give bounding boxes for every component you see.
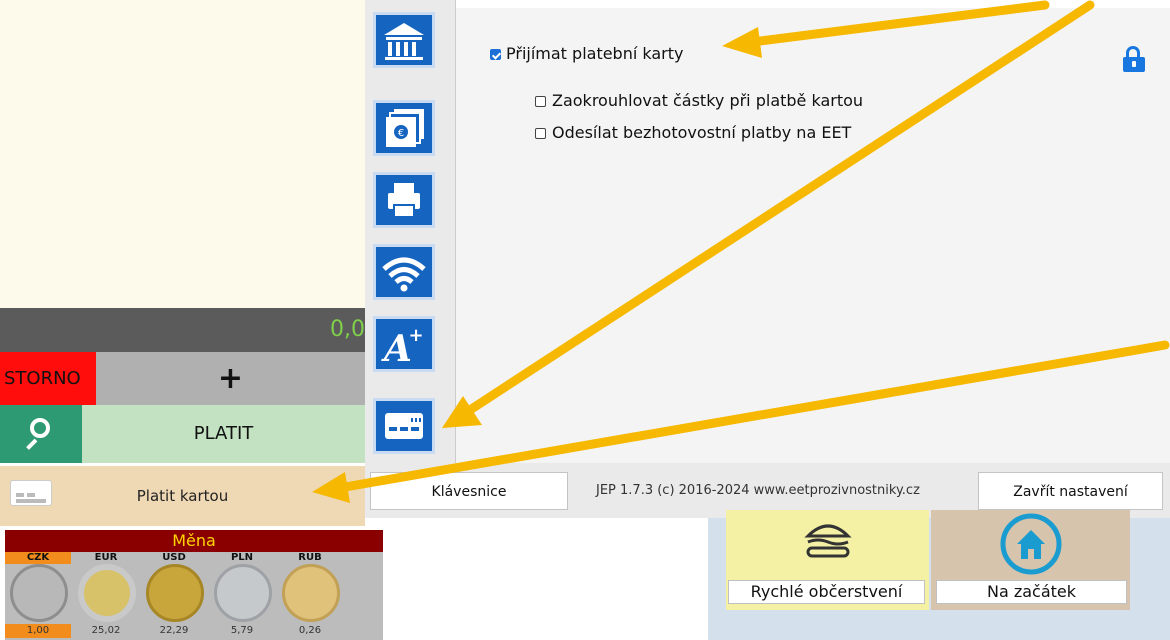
- bank-icon: [384, 23, 424, 60]
- printer-icon: [388, 183, 420, 218]
- search-button[interactable]: [0, 405, 82, 463]
- accept-cards-checkbox[interactable]: [490, 49, 501, 60]
- round-amounts-label: Zaokrouhlovat částky při platbě kartou: [552, 91, 864, 110]
- settings-tab-cash[interactable]: €: [373, 100, 435, 156]
- cash-icon: €: [386, 109, 424, 147]
- settings-sidebar: [365, 0, 456, 463]
- keyboard-button[interactable]: Klávesnice: [370, 472, 568, 510]
- category-home-label: Na začátek: [936, 580, 1127, 604]
- category-fast-food-label: Rychlé občerstvení: [728, 580, 925, 604]
- currency-code: PLN: [230, 552, 254, 563]
- coin-usd-icon: [146, 564, 204, 622]
- coin-pln-icon: [214, 564, 272, 622]
- burger-icon: [804, 524, 852, 558]
- storno-button[interactable]: STORNO: [0, 352, 96, 405]
- total-amount: 0,0: [330, 317, 365, 342]
- receipt-area: [0, 0, 365, 308]
- settings-tab-font-size[interactable]: A +: [373, 316, 435, 372]
- font-size-icon: A +: [381, 325, 424, 370]
- pay-by-card-button[interactable]: Platit kartou: [0, 466, 365, 526]
- settings-tab-bank[interactable]: [373, 12, 435, 68]
- payment-card-icon: [10, 480, 52, 506]
- wifi-icon: [382, 257, 426, 292]
- currency-czk[interactable]: CZK 1,00: [5, 552, 71, 640]
- currency-rub[interactable]: RUB 0,26: [277, 552, 343, 640]
- currency-code: EUR: [94, 552, 118, 563]
- currency-usd[interactable]: USD 22,29: [141, 552, 207, 640]
- settings-tab-network[interactable]: [373, 244, 435, 300]
- pay-button[interactable]: PLATIT: [82, 405, 365, 463]
- close-settings-button[interactable]: Zavřít nastavení: [978, 472, 1163, 510]
- home-icon: [1000, 513, 1062, 575]
- round-amounts-checkbox[interactable]: [535, 96, 546, 107]
- currency-rate: 1,00: [5, 624, 71, 638]
- svg-text:€: €: [398, 128, 404, 139]
- coin-rub-icon: [282, 564, 340, 622]
- currency-code: CZK: [5, 552, 71, 564]
- accept-cards-label: Přijímat platební karty: [506, 44, 684, 63]
- currency-code: RUB: [298, 552, 322, 563]
- svg-text:+: +: [408, 325, 423, 346]
- currency-eur[interactable]: EUR 25,02: [73, 552, 139, 640]
- total-bar: 0,0: [0, 308, 365, 352]
- send-eet-label: Odesílat bezhotovostní platby na EET: [552, 123, 852, 142]
- currency-header: Měna: [5, 530, 383, 552]
- settings-panel: [456, 8, 1170, 463]
- coin-eur-icon: [78, 564, 136, 622]
- currency-rate: 0,26: [298, 625, 322, 636]
- currency-rate: 22,29: [159, 625, 189, 636]
- currency-rate: 5,79: [230, 625, 254, 636]
- lock-icon[interactable]: [1123, 46, 1145, 72]
- currency-rate: 25,02: [91, 625, 121, 636]
- coin-czk-icon: [10, 564, 68, 622]
- svg-text:A: A: [381, 328, 412, 369]
- currency-code: USD: [162, 552, 186, 563]
- settings-tab-printer[interactable]: [373, 172, 435, 228]
- add-button[interactable]: +: [96, 352, 365, 405]
- settings-tab-payment-card[interactable]: [373, 398, 435, 454]
- payment-card-icon: [385, 413, 423, 439]
- version-text: JEP 1.7.3 (c) 2016-2024 www.eetprozivnos…: [596, 483, 920, 498]
- send-eet-checkbox[interactable]: [535, 128, 546, 139]
- currency-pln[interactable]: PLN 5,79: [209, 552, 275, 640]
